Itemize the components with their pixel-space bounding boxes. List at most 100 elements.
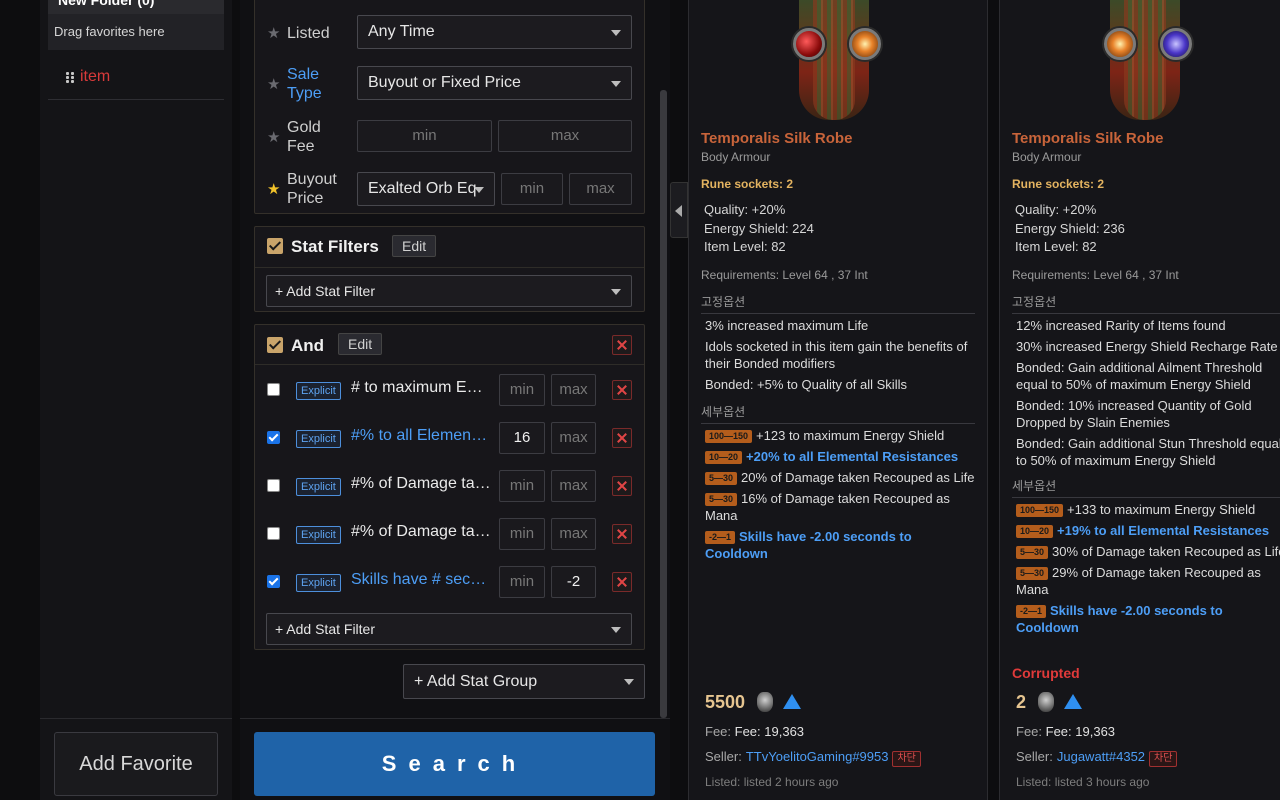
item-property: Item Level: 82 bbox=[1015, 239, 1097, 254]
stat-min-input[interactable]: 16 bbox=[499, 422, 545, 454]
and-group-checkbox[interactable] bbox=[267, 337, 283, 353]
chevron-down-icon bbox=[611, 81, 621, 87]
divider bbox=[240, 718, 670, 719]
buyout-currency-select[interactable]: Exalted Orb Eq bbox=[357, 172, 495, 206]
stat-min-input[interactable]: min bbox=[499, 566, 545, 598]
stat-min-input[interactable]: min bbox=[499, 374, 545, 406]
gold-fee-max-input[interactable]: max bbox=[498, 120, 632, 152]
stat-max-input[interactable]: -2 bbox=[551, 566, 596, 598]
search-button[interactable]: Search bbox=[254, 732, 655, 796]
price-trend-up-icon[interactable] bbox=[783, 694, 801, 709]
item-seller: Seller: Jugawatt#4352 차단 bbox=[1016, 749, 1178, 767]
stat-max-input[interactable]: max bbox=[551, 470, 596, 502]
stat-enable-checkbox[interactable] bbox=[267, 431, 280, 444]
stat-max-input[interactable]: max bbox=[551, 518, 596, 550]
star-icon[interactable]: ★ bbox=[267, 24, 280, 43]
explicit-mod-text: 20% of Damage taken Recouped as Life bbox=[741, 470, 975, 485]
rune-socket-icon bbox=[1160, 28, 1192, 60]
stat-enable-checkbox[interactable] bbox=[267, 383, 280, 396]
drag-handle-icon[interactable] bbox=[66, 72, 74, 84]
stat-max-input[interactable]: max bbox=[551, 422, 596, 454]
favorite-item[interactable]: item bbox=[48, 60, 224, 100]
remove-group-icon[interactable] bbox=[612, 335, 632, 355]
implicit-section-title: 고정옵션 bbox=[1012, 293, 1280, 314]
rune-socket-icon bbox=[1104, 28, 1136, 60]
buyout-currency-value: Exalted Orb Eq bbox=[368, 180, 477, 197]
favorite-folder-header[interactable]: New Folder (0) bbox=[48, 0, 224, 14]
buyout-max-input[interactable]: max bbox=[569, 173, 632, 205]
stat-filter-text[interactable]: # to maximum Energy Shield bbox=[351, 379, 491, 397]
explicit-mod-text: 16% of Damage taken Recouped as Mana bbox=[705, 491, 950, 523]
tier-badge: 5—30 bbox=[1016, 546, 1049, 559]
buyout-min-input[interactable]: min bbox=[501, 173, 563, 205]
remove-stat-icon[interactable] bbox=[612, 380, 632, 400]
rune-sockets: Rune sockets: 2 bbox=[1012, 177, 1105, 191]
stat-max-input[interactable]: max bbox=[551, 374, 596, 406]
add-stat-filter-select[interactable]: + Add Stat Filter bbox=[266, 613, 632, 645]
add-stat-group-label: + Add Stat Group bbox=[414, 673, 538, 690]
explicit-mod: 100—150 +133 to maximum Energy Shield bbox=[1016, 501, 1280, 518]
stat-min-input[interactable]: min bbox=[499, 518, 545, 550]
add-favorite-button[interactable]: Add Favorite bbox=[54, 732, 218, 796]
sale-type-select[interactable]: Buyout or Fixed Price bbox=[357, 66, 632, 100]
stat-filter-text[interactable]: Skills have # seconds to Cooldown bbox=[351, 571, 491, 589]
explicit-mod-text: +133 to maximum Energy Shield bbox=[1067, 502, 1256, 517]
stat-filter-text[interactable]: #% of Damage taken Recouped as Mana bbox=[351, 523, 491, 541]
item-requirements: Requirements: Level 64 , 37 Int bbox=[701, 268, 868, 282]
explicit-mod-text: +123 to maximum Energy Shield bbox=[756, 428, 945, 443]
stat-filter-text[interactable]: #% of Damage taken Recouped as Life bbox=[351, 475, 491, 493]
add-stat-filter-select[interactable]: + Add Stat Filter bbox=[266, 275, 632, 307]
implicit-mod: 30% increased Energy Shield Recharge Rat… bbox=[1016, 339, 1278, 354]
stat-min-input[interactable]: min bbox=[499, 470, 545, 502]
item-card[interactable]: Temporalis Silk Robe Body Armour Rune sock… bbox=[999, 0, 1280, 800]
item-name: Temporalis Silk Robe bbox=[1012, 130, 1164, 147]
stat-enable-checkbox[interactable] bbox=[267, 575, 280, 588]
block-seller-button[interactable]: 차단 bbox=[892, 751, 921, 767]
add-stat-group-select[interactable]: + Add Stat Group bbox=[403, 664, 645, 699]
corrupted-label: Corrupted bbox=[1012, 665, 1080, 681]
remove-stat-icon[interactable] bbox=[612, 476, 632, 496]
star-icon[interactable]: ★ bbox=[267, 180, 280, 199]
implicit-mod: 12% increased Rarity of Items found bbox=[1016, 318, 1226, 333]
listed-select[interactable]: Any Time bbox=[357, 15, 632, 49]
chevron-down-icon bbox=[611, 627, 621, 633]
tier-badge: 5—30 bbox=[705, 493, 738, 506]
scrollbar[interactable] bbox=[660, 90, 667, 718]
seller-account-link[interactable]: TTvYoelitoGaming#9953 bbox=[746, 749, 889, 764]
stat-filter-row: Explicit Skills have # seconds to Cooldow… bbox=[255, 565, 644, 599]
and-group-edit-button[interactable]: Edit bbox=[338, 333, 383, 355]
currency-icon bbox=[1038, 692, 1054, 712]
stat-filter-text[interactable]: #% to all Elemental Resistances bbox=[351, 427, 491, 445]
implicit-mod-list: 3% increased maximum Life Idols socketed … bbox=[705, 317, 977, 397]
divider bbox=[255, 267, 644, 268]
remove-stat-icon[interactable] bbox=[612, 524, 632, 544]
rune-sockets: Rune sockets: 2 bbox=[701, 177, 794, 191]
favorites-panel: New Folder (0) Drag favorites here item … bbox=[40, 0, 232, 800]
gold-fee-min-input[interactable]: min bbox=[357, 120, 492, 152]
explicit-mod-text: Skills have -2.00 seconds to Cooldown bbox=[1016, 603, 1223, 635]
implicit-mod-list: 12% increased Rarity of Items found 30% i… bbox=[1016, 317, 1280, 473]
stat-enable-checkbox[interactable] bbox=[267, 527, 280, 540]
star-icon[interactable]: ★ bbox=[267, 128, 280, 147]
remove-stat-icon[interactable] bbox=[612, 572, 632, 592]
collapse-panel-icon[interactable] bbox=[670, 182, 688, 238]
remove-stat-icon[interactable] bbox=[612, 428, 632, 448]
stat-filters-checkbox[interactable] bbox=[267, 238, 283, 254]
tier-badge: 100—150 bbox=[705, 430, 753, 443]
favorite-item-label[interactable]: item bbox=[80, 68, 110, 86]
stat-enable-checkbox[interactable] bbox=[267, 479, 280, 492]
explicit-mod-text: +20% to all Elemental Resistances bbox=[746, 449, 959, 464]
stat-filters-edit-button[interactable]: Edit bbox=[392, 235, 437, 257]
item-base-type: Body Armour bbox=[701, 150, 771, 164]
seller-account-link[interactable]: Jugawatt#4352 bbox=[1057, 749, 1145, 764]
explicit-tag: Explicit bbox=[296, 382, 341, 400]
stat-filters-title: Stat Filters bbox=[291, 237, 379, 256]
star-icon[interactable]: ★ bbox=[267, 75, 280, 94]
explicit-tag: Explicit bbox=[296, 574, 341, 592]
item-card[interactable]: Temporalis Silk Robe Body Armour Rune sock… bbox=[688, 0, 988, 800]
price-trend-up-icon[interactable] bbox=[1064, 694, 1082, 709]
block-seller-button[interactable]: 차단 bbox=[1149, 751, 1178, 767]
explicit-section-title: 세부옵션 bbox=[701, 403, 975, 424]
implicit-mod: Idols socketed in this item gain the ben… bbox=[705, 339, 968, 371]
explicit-tag: Explicit bbox=[296, 430, 341, 448]
